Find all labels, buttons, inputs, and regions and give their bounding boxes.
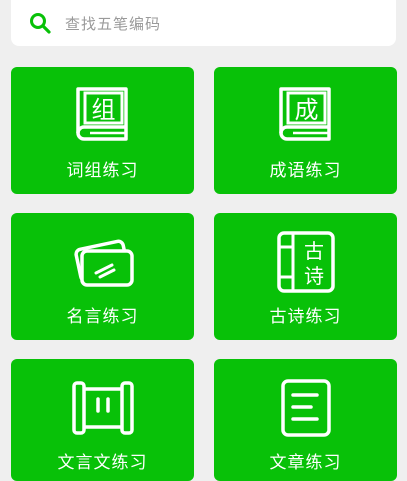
- cards-icon: [73, 239, 134, 287]
- search-icon: [27, 10, 53, 36]
- card-article-practice[interactable]: 文章练习: [214, 359, 397, 481]
- card-label: 古诗练习: [269, 307, 342, 327]
- card-label: 成语练习: [269, 161, 342, 181]
- card-label: 词组练习: [66, 161, 139, 181]
- document-icon: [280, 379, 331, 437]
- book-glyph: 组: [91, 96, 115, 124]
- search-bar[interactable]: 查找五笔编码: [11, 0, 396, 46]
- card-quote-practice[interactable]: 名言练习: [11, 213, 194, 340]
- book-icon: 成: [278, 87, 331, 141]
- poem-icon: 古 诗: [276, 231, 335, 293]
- card-classical-practice[interactable]: 文言文练习: [11, 359, 194, 481]
- poem-glyph-top: 古: [304, 239, 324, 263]
- card-phrase-practice[interactable]: 组 词组练习: [11, 67, 194, 194]
- search-input[interactable]: 查找五笔编码: [65, 13, 161, 34]
- card-label: 名言练习: [66, 307, 139, 327]
- app-screen: 查找五笔编码 组 词组练习 成 成语练习 名言练习 古 诗 古诗练习 文言文练习…: [0, 0, 407, 481]
- book-icon: 组: [75, 87, 128, 141]
- scroll-icon: [71, 381, 134, 435]
- card-idiom-practice[interactable]: 成 成语练习: [214, 67, 397, 194]
- poem-glyph-bottom: 诗: [304, 264, 324, 288]
- book-glyph: 成: [294, 96, 318, 124]
- card-label: 文言文练习: [57, 453, 148, 473]
- card-poem-practice[interactable]: 古 诗 古诗练习: [214, 213, 397, 340]
- card-label: 文章练习: [269, 453, 342, 473]
